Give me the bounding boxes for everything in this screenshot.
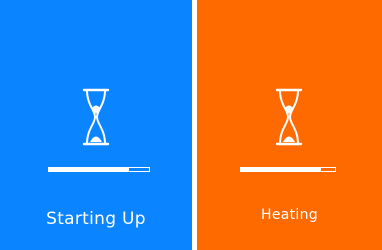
progress-bar xyxy=(240,167,336,172)
hourglass-icon xyxy=(275,88,303,146)
heating-panel: Heating xyxy=(197,0,382,250)
status-label: Heating xyxy=(261,207,318,223)
status-screens: Starting Up Heating xyxy=(0,0,382,250)
progress-bar-fill xyxy=(241,168,321,171)
progress-bar xyxy=(48,167,150,172)
hourglass-icon xyxy=(82,88,110,146)
status-label: Starting Up xyxy=(46,209,146,229)
starting-up-panel: Starting Up xyxy=(0,0,192,250)
progress-bar-fill xyxy=(49,168,129,171)
